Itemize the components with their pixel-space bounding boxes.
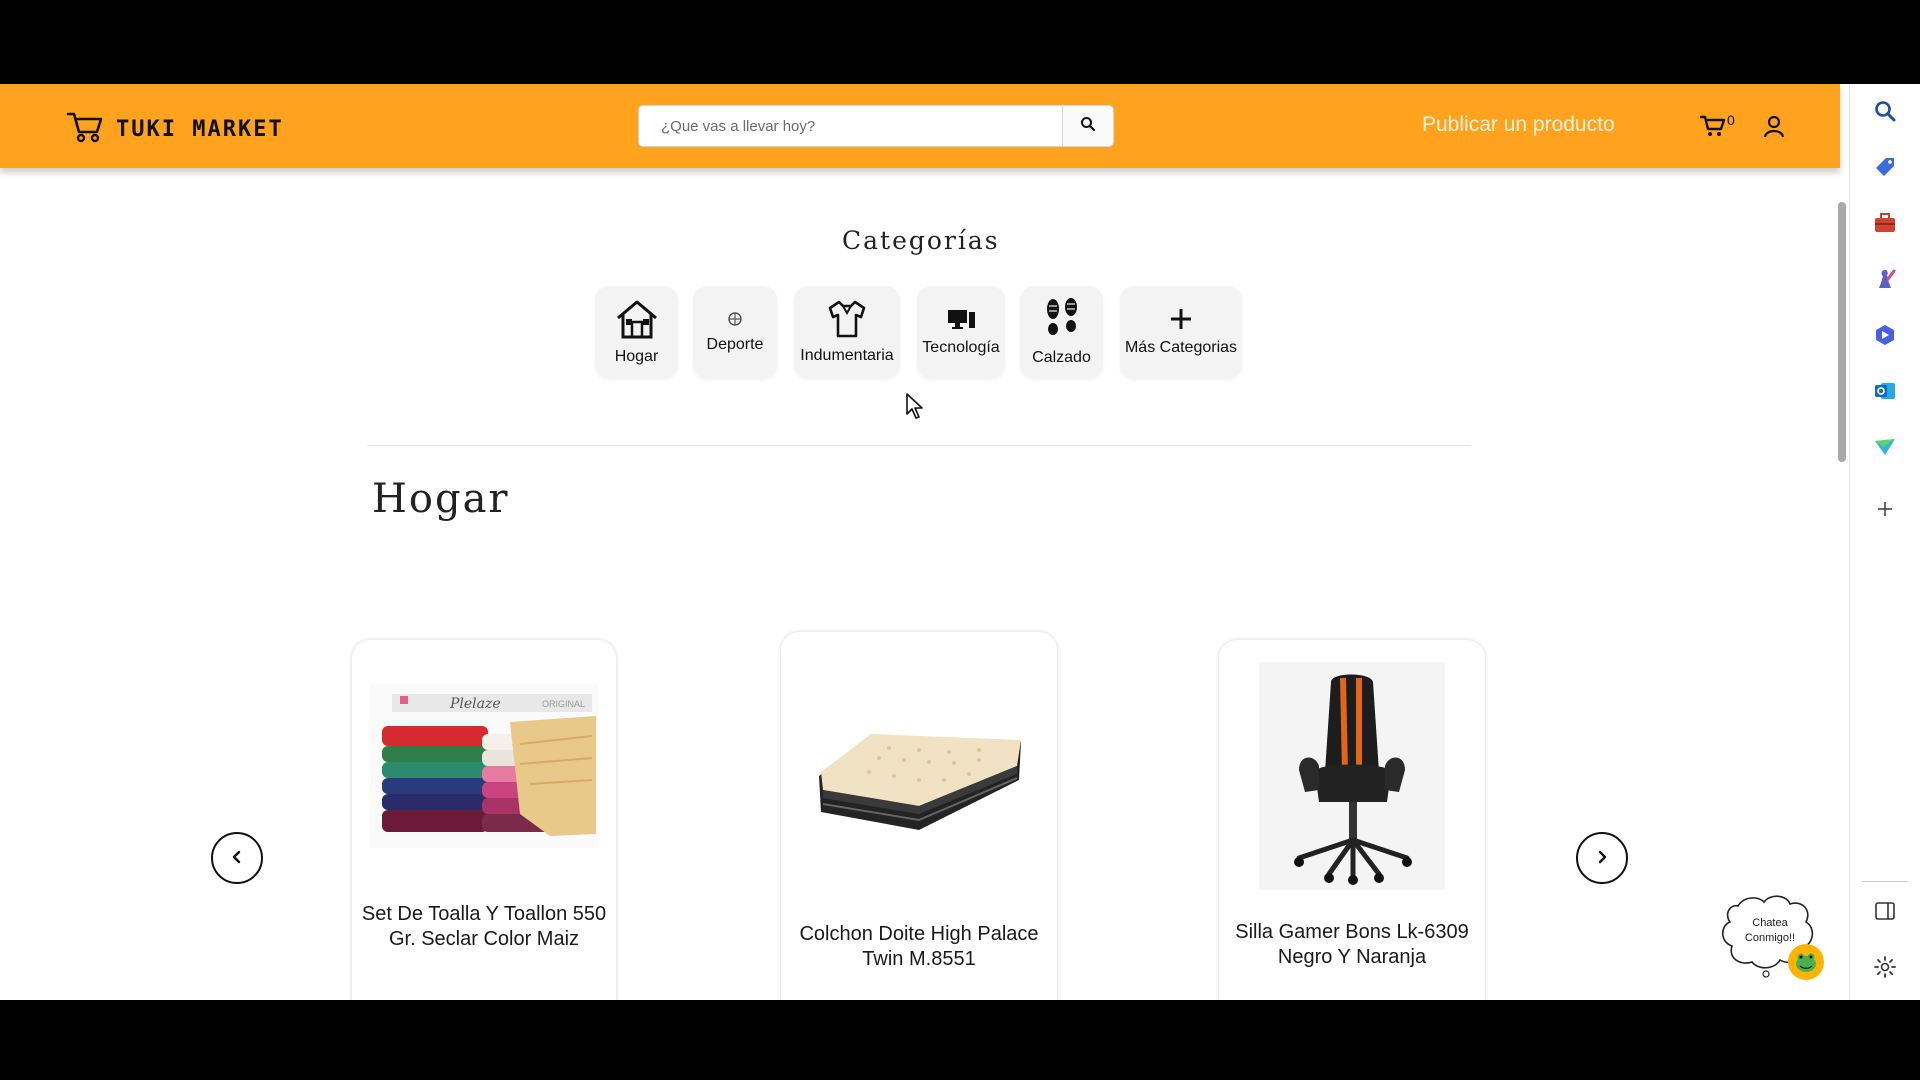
- section-title: Hogar: [372, 476, 510, 522]
- category-calzado[interactable]: Calzado: [1020, 286, 1103, 378]
- product-card[interactable]: Plelaze ORIGINAL Set De Toalla Y Toallon: [352, 640, 616, 1000]
- sidebar-copilot-button[interactable]: [1868, 320, 1902, 354]
- tag-icon: [1873, 155, 1897, 183]
- chevron-left-icon: [230, 849, 244, 868]
- sidebar-send-button[interactable]: [1868, 432, 1902, 466]
- category-deporte[interactable]: Deporte: [693, 286, 777, 378]
- cart-count-badge: 0: [1727, 112, 1735, 128]
- brand-name: TUKI MARKET: [116, 116, 284, 142]
- sidebar-games-button[interactable]: [1868, 264, 1902, 298]
- send-icon: [1873, 435, 1897, 463]
- category-tecnologia[interactable]: Tecnología: [917, 286, 1005, 378]
- sidebar-shopping-button[interactable]: [1868, 152, 1902, 186]
- briefcase-icon: [1873, 211, 1897, 239]
- carousel-prev-button[interactable]: [211, 832, 263, 884]
- search-icon: [1873, 99, 1897, 127]
- top-navbar: TUKI MARKET Publicar un producto: [0, 84, 1840, 168]
- category-hogar[interactable]: Hogar: [595, 286, 678, 378]
- section-divider: [367, 445, 1471, 446]
- computer-icon: [946, 307, 976, 335]
- cart-button[interactable]: 0: [1699, 112, 1735, 142]
- settings-icon: [1874, 956, 1896, 982]
- chat-widget-button[interactable]: Chatea Conmigo!!: [1718, 894, 1828, 986]
- brand-logo[interactable]: TUKI MARKET: [66, 110, 284, 148]
- footprints-icon: [1042, 297, 1082, 345]
- chevron-right-icon: [1595, 849, 1609, 868]
- category-label: Hogar: [614, 348, 659, 365]
- product-title[interactable]: Silla Gamer Bons Lk-6309 Negro Y Naranja: [1219, 920, 1485, 970]
- air-mattress-image: [809, 708, 1029, 868]
- carousel-next-button[interactable]: [1576, 832, 1628, 884]
- chess-icon: [1873, 267, 1897, 295]
- search-button[interactable]: [1062, 106, 1113, 146]
- svg-text:ORIGINAL: ORIGINAL: [542, 699, 585, 709]
- mouse-cursor-icon: [905, 392, 925, 424]
- house-icon: [615, 298, 659, 344]
- sport-icon: [725, 310, 745, 332]
- browser-viewport: TUKI MARKET Publicar un producto: [0, 84, 1920, 1000]
- frog-icon: [1796, 953, 1816, 972]
- cart-logo-icon: [66, 110, 104, 148]
- publish-product-link[interactable]: Publicar un producto: [1422, 113, 1615, 137]
- product-title[interactable]: Colchon Doite High Palace Twin M.8551: [781, 922, 1057, 972]
- categories-title: Categorías: [842, 226, 1000, 255]
- browser-sidebar: [1849, 84, 1920, 1000]
- category-label: Indumentaria: [800, 347, 894, 364]
- sidebar-add-button[interactable]: [1868, 494, 1902, 528]
- category-label: Tecnología: [922, 339, 1000, 356]
- sidebar-search-button[interactable]: [1868, 96, 1902, 130]
- sidebar-tools-button[interactable]: [1868, 208, 1902, 242]
- search-bar: [638, 105, 1114, 147]
- category-mas-categorias[interactable]: Más Categorias: [1120, 286, 1242, 378]
- outlook-icon: [1873, 379, 1897, 407]
- category-label: Deporte: [706, 336, 764, 353]
- add-icon: [1875, 499, 1895, 523]
- product-card[interactable]: Silla Gamer Bons Lk-6309 Negro Y Naranja: [1219, 640, 1485, 1000]
- product-card[interactable]: Colchon Doite High Palace Twin M.8551: [781, 632, 1057, 1000]
- chat-avatar: [1788, 944, 1824, 980]
- product-title[interactable]: Set De Toalla Y Toallon 550 Gr. Seclar C…: [352, 902, 616, 952]
- search-icon: [1080, 116, 1096, 136]
- sidebar-toggle-icon: [1874, 900, 1896, 926]
- category-label: Más Categorias: [1124, 339, 1238, 356]
- cart-icon: [1699, 114, 1726, 142]
- svg-text:Plelaze: Plelaze: [449, 696, 501, 712]
- towel-stack-image: Plelaze ORIGINAL: [370, 684, 598, 848]
- copilot-icon: [1873, 323, 1897, 351]
- category-indumentaria[interactable]: Indumentaria: [794, 286, 900, 378]
- user-account-button[interactable]: [1762, 114, 1786, 142]
- shirt-icon: [826, 299, 868, 343]
- plus-icon: [1169, 307, 1193, 335]
- category-label: Calzado: [1032, 349, 1091, 366]
- user-icon: [1762, 115, 1786, 142]
- page-scrollbar[interactable]: [1838, 202, 1846, 462]
- sidebar-toggle-button[interactable]: [1868, 896, 1902, 930]
- sidebar-settings-button[interactable]: [1868, 952, 1902, 986]
- sidebar-outlook-button[interactable]: [1868, 376, 1902, 410]
- gaming-chair-image: [1259, 662, 1445, 890]
- search-input[interactable]: [639, 106, 1063, 146]
- chat-label: Chatea Conmigo!!: [1744, 917, 1796, 944]
- sidebar-divider: [1862, 881, 1908, 882]
